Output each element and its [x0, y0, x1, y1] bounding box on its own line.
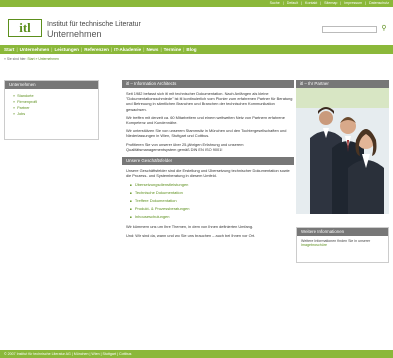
right-column: itl – Ihr Partner Weitere Informationen [296, 80, 389, 263]
nav-item-start[interactable]: Start [4, 47, 14, 53]
content-title: itl – Information Architects [122, 80, 294, 88]
search-icon[interactable]: ⚲ [380, 25, 388, 33]
utility-link-kontakt[interactable]: Kontakt [305, 1, 317, 6]
section-title-fields: Unsere Geschäftsfelder [122, 157, 294, 166]
info-box: Weitere Informationen Weitere Informatio… [296, 227, 389, 263]
team-photo [296, 88, 389, 214]
sidebar: Unternehmen Standorte Firmenprofil Partn… [4, 80, 99, 140]
utility-link-suche[interactable]: Suche [270, 1, 280, 6]
info-text: Weitere Informationen finden Sie in unse… [301, 239, 371, 243]
info-box-title: Weitere Informationen [297, 228, 388, 236]
utility-separator: | [301, 1, 303, 6]
nav-separator: | [143, 46, 145, 52]
utility-separator: | [340, 1, 342, 6]
utility-link-datenschutz[interactable]: Datenschutz [369, 1, 389, 6]
closing-paragraph-1: Wir kümmern uns um Ihre Themen, in dem v… [126, 224, 254, 230]
nav-item-unternehmen[interactable]: Unternehmen [20, 47, 50, 53]
nav-item-referenzen[interactable]: Referenzen [84, 47, 109, 53]
info-box-body: Weitere Informationen finden Sie in unse… [297, 236, 388, 251]
partner-box-title: itl – Ihr Partner [296, 80, 389, 88]
footer: © 2007 Institut für technische Literatur… [0, 350, 393, 358]
nav-item-it-akademie[interactable]: IT-Akademie [114, 47, 141, 53]
utility-separator: | [365, 1, 367, 6]
field-link-dokumentation[interactable]: Technische Dokumentation [130, 189, 294, 197]
nav-separator: | [16, 46, 18, 52]
nav-item-blog[interactable]: Blog [186, 47, 196, 53]
breadcrumb: » Sie sind hier: Start » Unternehmen [4, 57, 59, 61]
field-link-schulungen[interactable]: Inhouseschulungen [130, 213, 294, 221]
utility-separator: | [282, 1, 284, 6]
field-link-beratung[interactable]: Produkt- & Prozessberatungen [130, 205, 294, 213]
staff-paragraph: Wir treffen mit derzeit ca. 60 Mitarbeit… [126, 114, 285, 126]
nav-separator: | [81, 46, 83, 52]
field-link-uebersetzung[interactable]: Übersetzungsdienstleistungen [130, 181, 294, 189]
fields-intro: Unsere Geschäftsfelder sind die Erstellu… [126, 168, 290, 179]
itl-logo[interactable]: itl [8, 19, 42, 37]
main-content: itl – Information Architects Seit 1982 b… [122, 80, 294, 241]
nav-separator: | [160, 46, 162, 52]
utility-link-sitemap[interactable]: Sitemap [324, 1, 337, 6]
fields-list: Übersetzungsdienstleistungen Technische … [130, 181, 294, 221]
utility-nav: Suche | Default | Kontakt | Sitemap | Im… [270, 0, 389, 7]
intro-paragraph: Seit 1982 befasst sich itl mit technisch… [126, 91, 293, 112]
brand-name: Institut für technische Literatur [47, 21, 141, 28]
main-navigation: Start | Unternehmen | Leistungen | Refer… [0, 45, 393, 54]
nav-separator: | [51, 46, 53, 52]
search-input[interactable] [322, 26, 377, 33]
utility-link-impressum[interactable]: Impressum [344, 1, 362, 6]
utility-separator: | [320, 1, 322, 6]
utility-link-default[interactable]: Default [287, 1, 298, 6]
nav-item-news[interactable]: News [146, 47, 158, 53]
field-link-treffere[interactable]: Treffere Dokumentation [130, 197, 294, 205]
sidebar-title: Unternehmen [5, 81, 98, 89]
closing-paragraph-2: Und: Wir sind da, wann und wo Sie uns br… [126, 232, 256, 238]
locations-paragraph: Wir unterstützen Sie von unserem Stammsi… [126, 128, 287, 139]
quality-paragraph: Profitieren Sie von unserer über 25-jähr… [126, 141, 244, 152]
nav-item-leistungen[interactable]: Leistungen [54, 47, 79, 53]
breadcrumb-prefix: » Sie sind hier: [4, 57, 27, 61]
nav-separator: | [183, 46, 185, 52]
sidebar-list: Standorte Firmenprofil Partner Jobs [5, 89, 98, 117]
nav-separator: | [110, 46, 113, 52]
sidebar-item-jobs[interactable]: Jobs [13, 111, 98, 117]
team-photo-illustration [296, 88, 389, 214]
brochure-link[interactable]: Imagebroschüre [301, 243, 327, 247]
page-section-title: Unternehmen [47, 29, 102, 39]
site-header: itl Institut für technische Literatur Un… [0, 7, 393, 43]
nav-item-termine[interactable]: Termine [164, 47, 182, 53]
breadcrumb-trail[interactable]: Start » Unternehmen [27, 57, 58, 61]
